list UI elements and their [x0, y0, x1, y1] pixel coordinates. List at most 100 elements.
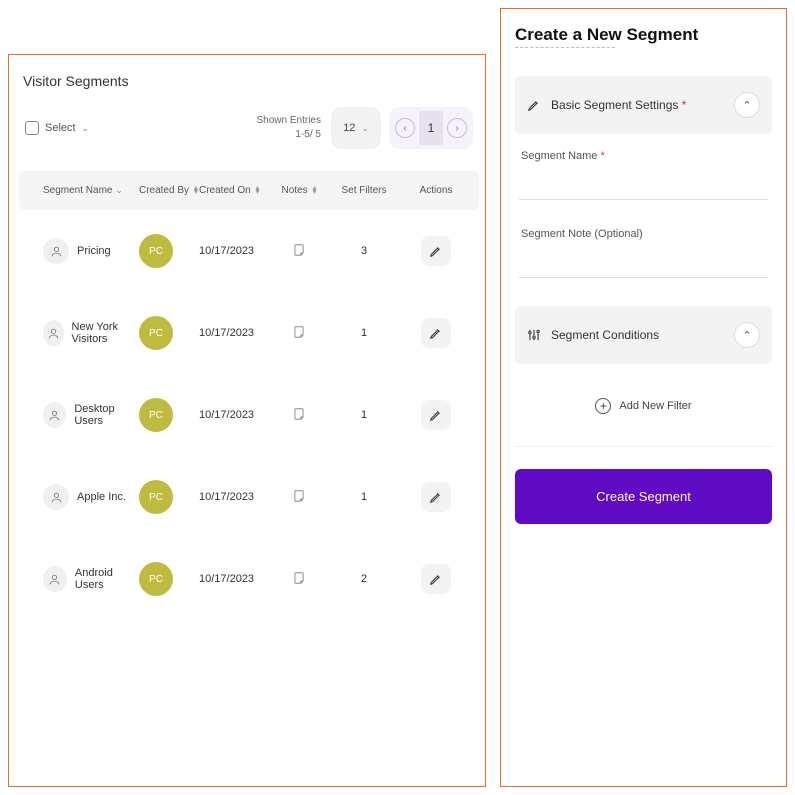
shown-entries-range: 1-5/ 5 — [257, 128, 321, 142]
segment-name-label: Segment Name * — [521, 150, 772, 162]
col-notes[interactable]: Notes ▴▾ — [271, 185, 327, 196]
segment-name: Pricing — [77, 245, 111, 257]
select-all[interactable]: Select ⌄ — [25, 121, 89, 135]
created-on-cell: 10/17/2023 — [199, 409, 271, 421]
collapse-button[interactable]: ⌃ — [734, 92, 760, 118]
col-filters: Set Filters — [327, 185, 401, 196]
created-on-cell: 10/17/2023 — [199, 573, 271, 585]
avatar: PC — [139, 398, 173, 432]
table-row: Desktop UsersPC 10/17/2023 1 — [19, 374, 479, 456]
notes-cell[interactable] — [271, 407, 327, 424]
required-asterisk: * — [682, 98, 687, 112]
actions-cell — [401, 236, 471, 266]
next-page-button[interactable]: › — [447, 118, 467, 138]
user-icon — [43, 238, 69, 264]
conditions-section-header[interactable]: Segment Conditions ⌃ — [515, 306, 772, 364]
pager: ‹ 1 › — [389, 107, 473, 149]
actions-cell — [401, 482, 471, 512]
filters-cell: 1 — [327, 327, 401, 339]
created-on-cell: 10/17/2023 — [199, 327, 271, 339]
segment-name-cell[interactable]: Pricing — [27, 238, 139, 264]
panel-title: Create a New Segment — [515, 25, 772, 45]
segment-name-cell[interactable]: New York Visitors — [27, 320, 139, 346]
edit-icon — [527, 98, 541, 112]
current-page[interactable]: 1 — [419, 111, 443, 145]
sort-icon: ▴▾ — [255, 186, 259, 196]
title-underline — [515, 47, 615, 48]
actions-cell — [401, 564, 471, 594]
user-icon — [43, 402, 66, 428]
add-filter-button[interactable]: + Add New Filter — [515, 380, 772, 447]
created-by-cell: PC — [139, 562, 199, 596]
edit-button[interactable] — [421, 564, 451, 594]
chevron-down-icon: ⌄ — [361, 123, 369, 134]
chevron-up-icon: ⌃ — [742, 99, 751, 112]
edit-button[interactable] — [421, 318, 451, 348]
filters-cell: 1 — [327, 491, 401, 503]
segment-name-cell[interactable]: Apple Inc. — [27, 484, 139, 510]
user-icon — [43, 484, 69, 510]
create-segment-button[interactable]: Create Segment — [515, 469, 772, 524]
visitor-segments-panel: Visitor Segments Select ⌄ Shown Entries … — [8, 54, 486, 787]
notes-cell[interactable] — [271, 489, 327, 506]
table-header: Segment Name ⌄ Created By ▴▾ Created On … — [19, 171, 479, 210]
avatar: PC — [139, 316, 173, 350]
note-icon — [292, 407, 306, 421]
table-row: New York VisitorsPC 10/17/2023 1 — [19, 292, 479, 374]
created-on-cell: 10/17/2023 — [199, 491, 271, 503]
table-row: Android UsersPC 10/17/2023 2 — [19, 538, 479, 620]
avatar: PC — [139, 234, 173, 268]
col-segment-name[interactable]: Segment Name ⌄ — [27, 185, 139, 196]
segment-note-label: Segment Note (Optional) — [521, 228, 772, 240]
shown-entries-label: Shown Entries — [257, 114, 321, 128]
segment-name-cell[interactable]: Android Users — [27, 566, 139, 592]
table-row: Pricing PC 10/17/2023 3 — [19, 210, 479, 292]
avatar: PC — [139, 562, 173, 596]
segment-name: New York Visitors — [72, 321, 139, 345]
prev-page-button[interactable]: ‹ — [395, 118, 415, 138]
notes-cell[interactable] — [271, 243, 327, 260]
col-actions: Actions — [401, 185, 471, 196]
add-filter-label: Add New Filter — [619, 400, 691, 412]
entries-per-page-select[interactable]: 12 ⌄ — [331, 107, 381, 149]
basic-settings-section-header[interactable]: Basic Segment Settings * ⌃ — [515, 76, 772, 134]
edit-button[interactable] — [421, 400, 451, 430]
filters-cell: 3 — [327, 245, 401, 257]
table-row: Apple Inc. PC10/17/2023 1 — [19, 456, 479, 538]
created-by-cell: PC — [139, 480, 199, 514]
edit-button[interactable] — [421, 236, 451, 266]
segment-name: Desktop Users — [74, 403, 139, 427]
required-asterisk: * — [601, 150, 605, 162]
checkbox-icon — [25, 121, 39, 135]
col-created-by[interactable]: Created By ▴▾ — [139, 185, 199, 196]
created-on-cell: 10/17/2023 — [199, 245, 271, 257]
created-by-cell: PC — [139, 398, 199, 432]
actions-cell — [401, 318, 471, 348]
segment-note-field: Segment Note (Optional) — [515, 228, 772, 278]
note-icon — [292, 489, 306, 503]
segment-name-input[interactable] — [519, 176, 768, 200]
edit-button[interactable] — [421, 482, 451, 512]
user-icon — [43, 320, 64, 346]
filters-cell: 1 — [327, 409, 401, 421]
chevron-down-icon: ⌄ — [115, 185, 123, 195]
collapse-button[interactable]: ⌃ — [734, 322, 760, 348]
segment-name-cell[interactable]: Desktop Users — [27, 402, 139, 428]
created-by-cell: PC — [139, 234, 199, 268]
segment-note-input[interactable] — [519, 254, 768, 278]
shown-entries: Shown Entries 1-5/ 5 — [257, 114, 321, 142]
col-created-on[interactable]: Created On ▴▾ — [199, 185, 271, 196]
actions-cell — [401, 400, 471, 430]
segment-name: Apple Inc. — [77, 491, 126, 503]
segment-name-field: Segment Name * — [515, 150, 772, 200]
notes-cell[interactable] — [271, 325, 327, 342]
basic-settings-title: Basic Segment Settings * — [551, 98, 724, 112]
notes-cell[interactable] — [271, 571, 327, 588]
select-label: Select — [45, 122, 76, 134]
page-title: Visitor Segments — [23, 73, 479, 89]
created-by-cell: PC — [139, 316, 199, 350]
filters-cell: 2 — [327, 573, 401, 585]
user-icon — [43, 566, 67, 592]
note-icon — [292, 325, 306, 339]
plus-icon: + — [595, 398, 611, 414]
